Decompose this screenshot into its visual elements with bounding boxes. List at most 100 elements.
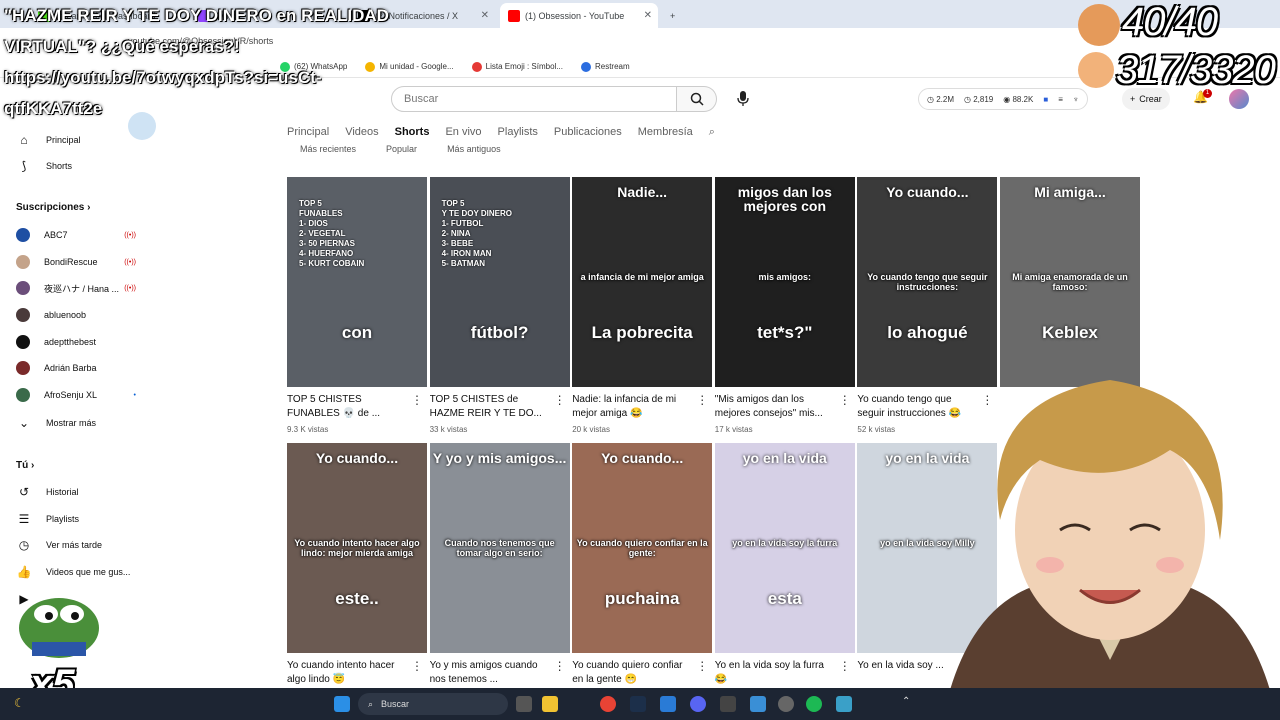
weather-icon[interactable]: ☾ — [14, 696, 25, 710]
short-thumbnail[interactable]: TOP 5 FUNABLES 1- DIOS 2- VEGETAL 3- 50 … — [287, 177, 427, 387]
short-thumbnail[interactable]: Y yo y mis amigos... Cuando nos tenemos q… — [429, 443, 570, 653]
app-icon[interactable] — [836, 696, 852, 712]
thumbnail-punchline: La pobrecita — [591, 323, 693, 342]
more-options-icon[interactable]: ⋮ — [411, 393, 423, 407]
filter-oldest[interactable]: Más antiguos — [447, 144, 501, 154]
channel-stats[interactable]: ◷ 2.2M ◷ 2,819 ◉ 88.2K ■ ≡ ♆ — [918, 88, 1088, 110]
avatar — [16, 228, 30, 242]
short-title[interactable]: Yo cuando intento hacer algo lindo 😇 — [287, 659, 427, 687]
short-thumbnail[interactable]: Yo cuando... Yo cuando tengo que seguir i… — [857, 177, 998, 387]
short-title[interactable]: TOP 5 CHISTES de HAZME REIR Y TE DO... — [430, 393, 570, 421]
short-card[interactable]: Yo cuando... Yo cuando intento hacer algo… — [287, 443, 427, 687]
sidebar-item-sub[interactable]: ABC7 ((•)) — [16, 228, 140, 242]
tab-shorts[interactable]: Shorts — [395, 126, 430, 139]
task-view-icon[interactable] — [516, 696, 532, 712]
taskbar-search[interactable]: ⌕ Buscar — [358, 693, 508, 715]
chevron-up-icon[interactable]: ⌃ — [902, 696, 910, 707]
editor-icon[interactable] — [660, 696, 676, 712]
extension-icon[interactable]: ■ — [1043, 95, 1048, 104]
short-title[interactable]: TOP 5 CHISTES FUNABLES 💀 de ... — [287, 393, 427, 421]
more-options-icon[interactable]: ⋮ — [411, 659, 423, 673]
sidebar-item-sub[interactable]: 夜巡ハナ / Hana ... ((•)) — [16, 281, 140, 295]
tab-live[interactable]: En vivo — [445, 126, 481, 139]
short-title[interactable]: "Mis amigos dan los mejores consejos" mi… — [715, 393, 855, 421]
new-dot-icon: • — [133, 391, 136, 399]
sidebar-item-sub[interactable]: adeptthebest — [16, 335, 140, 349]
sidebar-item-sub[interactable]: abluenoob — [16, 308, 140, 322]
sidebar-item-sub[interactable]: BondiRescue ((•)) — [16, 255, 140, 269]
search-input[interactable]: Buscar — [391, 86, 677, 112]
sidebar-item-liked[interactable]: 👍 Videos que me gus... — [16, 564, 140, 580]
short-title[interactable]: Nadie: la infancia de mi mejor amiga 😂 — [572, 393, 712, 421]
sidebar-item-playlists[interactable]: ☰ Playlists — [16, 511, 140, 527]
voice-search-button[interactable] — [733, 89, 753, 109]
emote-avatar — [128, 112, 156, 140]
short-card[interactable]: Nadie... a infancia de mi mejor amiga La p… — [572, 177, 713, 434]
tab-videos[interactable]: Videos — [345, 126, 378, 139]
search-icon[interactable]: ⌕ — [709, 126, 715, 139]
close-icon[interactable]: ✕ — [481, 10, 489, 21]
trophy-icon[interactable]: ♆ — [1073, 95, 1079, 104]
discord-icon[interactable] — [690, 696, 706, 712]
short-thumbnail[interactable]: yo en la vida yo en la vida soy la furra e… — [714, 443, 855, 653]
short-title[interactable]: Yo en la vida soy la furra 😂 — [715, 659, 855, 687]
show-more-button[interactable]: ⌄ Mostrar más — [16, 415, 140, 431]
more-options-icon[interactable]: ⋮ — [839, 393, 851, 407]
more-options-icon[interactable]: ⋮ — [696, 393, 708, 407]
sidebar-item-sub[interactable]: Adrián Barba — [16, 361, 140, 375]
youtube-icon — [508, 9, 520, 22]
short-card[interactable]: migos dan los mejores con mis amigos: tet*… — [714, 177, 855, 434]
app-icon[interactable] — [750, 696, 766, 712]
tab-youtube[interactable]: (1) Obsession - YouTube ✕ — [500, 3, 658, 28]
app-icon[interactable] — [720, 696, 736, 712]
short-thumbnail[interactable]: Nadie... a infancia de mi mejor amiga La p… — [572, 177, 713, 387]
subscriptions-header[interactable]: Suscripciones › — [16, 202, 90, 213]
short-thumbnail[interactable]: Yo cuando... Yo cuando quiero confiar en … — [572, 443, 713, 653]
short-thumbnail[interactable]: migos dan los mejores con mis amigos: tet*… — [714, 177, 855, 387]
more-options-icon[interactable]: ⋮ — [554, 659, 566, 673]
windows-start-icon[interactable] — [334, 696, 350, 712]
photoshop-icon[interactable] — [630, 696, 646, 712]
app-icon[interactable] — [778, 696, 794, 712]
short-thumbnail[interactable]: TOP 5 Y TE DOY DINERO 1- FUTBOL 2- NINA … — [429, 177, 570, 387]
tab-principal[interactable]: Principal — [287, 126, 329, 139]
list-icon[interactable]: ≡ — [1058, 95, 1063, 104]
short-card[interactable]: yo en la vida yo en la vida soy la furra e… — [714, 443, 855, 687]
short-thumbnail[interactable]: Yo cuando... Yo cuando intento hacer algo… — [287, 443, 427, 653]
filter-recent[interactable]: Más recientes — [300, 144, 356, 154]
chrome-icon[interactable] — [600, 696, 616, 712]
close-icon[interactable]: ✕ — [644, 10, 652, 21]
more-options-icon[interactable]: ⋮ — [696, 659, 708, 673]
tab-membership[interactable]: Membresía — [638, 126, 693, 139]
you-header[interactable]: Tú › — [16, 460, 34, 471]
more-options-icon[interactable]: ⋮ — [839, 659, 851, 673]
bookmark-emoji[interactable]: Lista Emoji : Símbol... — [471, 61, 563, 72]
sidebar-item-shorts[interactable]: ⟆ Shorts — [16, 158, 140, 174]
sidebar-item-sub[interactable]: AfroSenju XL • — [16, 388, 140, 402]
short-card[interactable]: TOP 5 Y TE DOY DINERO 1- FUTBOL 2- NINA … — [429, 177, 570, 434]
sidebar-item-watch-later[interactable]: ◷ Ver más tarde — [16, 537, 140, 553]
tab-playlists[interactable]: Playlists — [498, 126, 538, 139]
short-title[interactable]: Yo y mis amigos cuando nos tenemos ... — [430, 659, 570, 687]
short-title[interactable]: Yo cuando quiero confiar en la gente 😁 — [572, 659, 712, 687]
playlist-icon: ☰ — [18, 512, 30, 526]
new-tab-button[interactable]: + — [662, 3, 683, 28]
short-card[interactable]: TOP 5 FUNABLES 1- DIOS 2- VEGETAL 3- 50 … — [287, 177, 427, 434]
short-thumbnail[interactable]: Mi amiga... Mi amiga enamorada de un famo… — [1000, 177, 1140, 387]
filter-popular[interactable]: Popular — [386, 144, 417, 154]
sidebar-item-history[interactable]: ↺ Historial — [16, 484, 140, 500]
short-card[interactable]: Yo cuando... Yo cuando quiero confiar en … — [572, 443, 713, 687]
plus-icon: + — [670, 10, 676, 21]
tab-posts[interactable]: Publicaciones — [554, 126, 622, 139]
emoji-icon — [471, 61, 482, 72]
sidebar-item-home[interactable]: ⌂ Principal — [16, 132, 140, 148]
bookmark-restream[interactable]: Restream — [580, 61, 630, 72]
search-button[interactable] — [677, 86, 717, 112]
file-explorer-icon[interactable] — [542, 696, 558, 712]
thumbnail-subtitle: Yo cuando intento hacer algo lindo: mejo… — [294, 538, 420, 559]
short-card[interactable]: Mi amiga... Mi amiga enamorada de un famo… — [1000, 177, 1140, 387]
spotify-icon[interactable] — [806, 696, 822, 712]
thumbnail-subtitle: Cuando nos tenemos que tomar algo en ser… — [444, 538, 555, 559]
short-card[interactable]: Y yo y mis amigos... Cuando nos tenemos q… — [429, 443, 570, 687]
more-options-icon[interactable]: ⋮ — [554, 393, 566, 407]
